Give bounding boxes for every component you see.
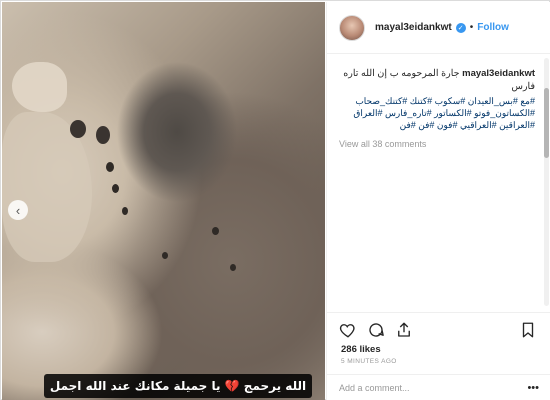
verified-badge-icon: ✓ <box>455 22 466 33</box>
heart-icon[interactable] <box>339 321 357 339</box>
post-window: ‹ الله يرحمج 💔 يا جميلة مكانك عند الله ا… <box>0 0 550 400</box>
more-options-icon[interactable]: ••• <box>527 382 539 394</box>
chevron-left-icon: ‹ <box>15 202 21 218</box>
previous-image-button[interactable]: ‹ <box>8 200 28 220</box>
caption-hashtags[interactable]: #مع #بس_العيدان #سكوب #كتنك #كتنك_صحاب #… <box>339 95 535 131</box>
scrollbar-thumb[interactable] <box>544 88 549 158</box>
post-image[interactable]: ‹ الله يرحمج 💔 يا جميلة مكانك عند الله ا… <box>2 2 325 400</box>
likes-count[interactable]: 286 likes <box>341 344 381 355</box>
image-pebble <box>70 120 86 138</box>
image-hole <box>112 184 119 193</box>
post-details-panel: mayal3eidankwt ✓ • Follow mayal3eidankwt… <box>326 2 550 400</box>
add-comment-bar: ••• <box>327 374 550 400</box>
username-link[interactable]: mayal3eidankwt <box>375 22 452 33</box>
post-timestamp: 5 MINUTES AGO <box>341 358 397 365</box>
image-hole <box>212 227 219 235</box>
post-caption: mayal3eidankwt جارة المرحومه ب إن الله ت… <box>339 67 535 93</box>
view-all-comments-link[interactable]: View all 38 comments <box>339 139 535 149</box>
image-hole <box>122 207 128 215</box>
image-hole <box>162 252 168 259</box>
follow-button[interactable]: Follow <box>477 22 509 33</box>
comments-section: mayal3eidankwt جارة المرحومه ب إن الله ت… <box>327 55 550 310</box>
comment-input[interactable] <box>339 382 528 393</box>
bookmark-icon[interactable] <box>519 321 537 339</box>
avatar[interactable] <box>339 14 365 41</box>
separator-dot: • <box>469 22 474 33</box>
caption-username-link[interactable]: mayal3eidankwt <box>462 68 535 79</box>
image-overlay-caption: الله يرحمج 💔 يا جميلة مكانك عند الله اجم… <box>44 374 312 398</box>
image-hole <box>230 264 236 271</box>
action-bar <box>327 312 550 346</box>
comments-scrollbar[interactable] <box>544 58 549 306</box>
comment-icon[interactable] <box>367 321 385 339</box>
image-rock <box>12 62 67 112</box>
image-pebble <box>96 126 110 144</box>
share-icon[interactable] <box>395 321 413 339</box>
image-hole <box>106 162 114 172</box>
post-header: mayal3eidankwt ✓ • Follow <box>327 2 550 54</box>
